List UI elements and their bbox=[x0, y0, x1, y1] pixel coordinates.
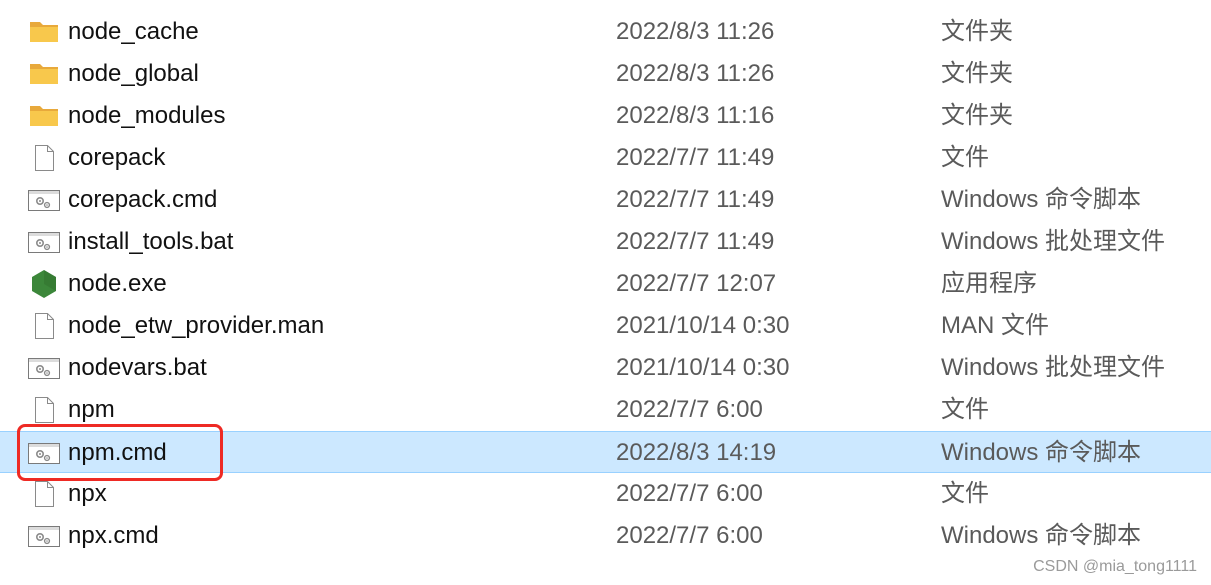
file-row-npm[interactable]: npm 2022/7/7 6:00 文件 bbox=[0, 389, 1211, 431]
file-name: node.exe bbox=[68, 270, 167, 297]
file-type: MAN 文件 bbox=[941, 312, 1049, 339]
file-name: npx bbox=[68, 480, 107, 507]
folder-icon bbox=[27, 102, 61, 130]
file-type: 应用程序 bbox=[941, 270, 1037, 297]
file-row-npm-cmd[interactable]: npm.cmd 2022/8/3 14:19 Windows 命令脚本 bbox=[0, 431, 1211, 473]
file-date-modified: 2022/7/7 6:00 bbox=[616, 396, 763, 423]
file-type: Windows 命令脚本 bbox=[941, 439, 1142, 466]
file-type: Windows 命令脚本 bbox=[941, 186, 1142, 213]
script-icon bbox=[27, 439, 61, 467]
file-type: 文件 bbox=[941, 144, 989, 171]
file-type: Windows 命令脚本 bbox=[941, 522, 1142, 549]
script-icon bbox=[27, 228, 61, 256]
file-row-install-tools-bat[interactable]: install_tools.bat 2022/7/7 11:49 Windows… bbox=[0, 221, 1211, 263]
file-date-modified: 2022/7/7 12:07 bbox=[616, 270, 777, 297]
file-date-modified: 2021/10/14 0:30 bbox=[616, 312, 790, 339]
file-type: Windows 批处理文件 bbox=[941, 354, 1166, 381]
file-name: node_etw_provider.man bbox=[68, 312, 325, 339]
script-icon bbox=[27, 522, 61, 550]
file-icon bbox=[27, 144, 61, 172]
file-row-node-exe[interactable]: node.exe 2022/7/7 12:07 应用程序 bbox=[0, 263, 1211, 305]
file-row-corepack[interactable]: corepack 2022/7/7 11:49 文件 bbox=[0, 137, 1211, 179]
file-name: node_modules bbox=[68, 102, 226, 129]
file-row-corepack-cmd[interactable]: corepack.cmd 2022/7/7 11:49 Windows 命令脚本 bbox=[0, 179, 1211, 221]
file-date-modified: 2022/8/3 14:19 bbox=[616, 439, 777, 466]
file-name: corepack.cmd bbox=[68, 186, 218, 213]
file-list: node_cache 2022/8/3 11:26 文件夹 node_globa… bbox=[0, 11, 1211, 557]
file-name: node_global bbox=[68, 60, 199, 87]
file-row-node-global[interactable]: node_global 2022/8/3 11:26 文件夹 bbox=[0, 53, 1211, 95]
file-name: npx.cmd bbox=[68, 522, 159, 549]
file-row-npx[interactable]: npx 2022/7/7 6:00 文件 bbox=[0, 473, 1211, 515]
file-date-modified: 2021/10/14 0:30 bbox=[616, 354, 790, 381]
file-name: npm bbox=[68, 396, 115, 423]
file-name: install_tools.bat bbox=[68, 228, 234, 255]
file-date-modified: 2022/8/3 11:26 bbox=[616, 60, 775, 87]
file-type: 文件夹 bbox=[941, 60, 1013, 87]
file-row-nodevars-bat[interactable]: nodevars.bat 2021/10/14 0:30 Windows 批处理… bbox=[0, 347, 1211, 389]
file-name: npm.cmd bbox=[68, 439, 167, 466]
file-type: Windows 批处理文件 bbox=[941, 228, 1166, 255]
folder-icon bbox=[27, 60, 61, 88]
file-date-modified: 2022/7/7 11:49 bbox=[616, 228, 775, 255]
file-icon bbox=[27, 396, 61, 424]
file-date-modified: 2022/7/7 11:49 bbox=[616, 186, 775, 213]
file-icon bbox=[27, 480, 61, 508]
file-name: corepack bbox=[68, 144, 166, 171]
file-row-node-cache[interactable]: node_cache 2022/8/3 11:26 文件夹 bbox=[0, 11, 1211, 53]
file-date-modified: 2022/7/7 11:49 bbox=[616, 144, 775, 171]
file-date-modified: 2022/7/7 6:00 bbox=[616, 522, 763, 549]
folder-icon bbox=[27, 18, 61, 46]
file-row-node-etw-provider-man[interactable]: node_etw_provider.man 2021/10/14 0:30 MA… bbox=[0, 305, 1211, 347]
file-name: node_cache bbox=[68, 18, 199, 45]
file-type: 文件 bbox=[941, 480, 989, 507]
watermark: CSDN @mia_tong1111 bbox=[1033, 558, 1197, 575]
file-type: 文件 bbox=[941, 396, 989, 423]
nodejs-icon bbox=[27, 270, 61, 298]
file-name: nodevars.bat bbox=[68, 354, 207, 381]
script-icon bbox=[27, 354, 61, 382]
file-row-npx-cmd[interactable]: npx.cmd 2022/7/7 6:00 Windows 命令脚本 bbox=[0, 515, 1211, 557]
file-row-node-modules[interactable]: node_modules 2022/8/3 11:16 文件夹 bbox=[0, 95, 1211, 137]
file-date-modified: 2022/8/3 11:16 bbox=[616, 102, 775, 129]
file-type: 文件夹 bbox=[941, 102, 1013, 129]
file-type: 文件夹 bbox=[941, 18, 1013, 45]
script-icon bbox=[27, 186, 61, 214]
file-date-modified: 2022/7/7 6:00 bbox=[616, 480, 763, 507]
file-icon bbox=[27, 312, 61, 340]
file-date-modified: 2022/8/3 11:26 bbox=[616, 18, 775, 45]
